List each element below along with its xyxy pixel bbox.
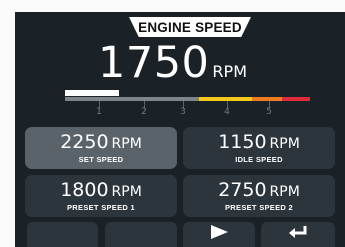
gauge-tick-label: 1 bbox=[96, 107, 102, 117]
set-speed-value: 2250 bbox=[60, 131, 109, 153]
current-rpm-unit: RPM bbox=[212, 62, 247, 81]
nav-button-1[interactable] bbox=[27, 222, 98, 247]
preset-speed-2-label: PRESET SPEED 2 bbox=[225, 203, 293, 212]
set-speed-value-line: 2250 RPM bbox=[60, 132, 142, 154]
page-title-text: ENGINE SPEED bbox=[138, 19, 242, 35]
idle-speed-label: IDLE SPEED bbox=[235, 155, 283, 164]
preset-speed-1-label: PRESET SPEED 1 bbox=[67, 203, 135, 212]
preset-speed-2-value: 2750 bbox=[218, 179, 267, 201]
preset-speed-1-value-line: 1800 RPM bbox=[60, 180, 142, 202]
gauge-tick-label: 5 bbox=[266, 107, 272, 117]
play-button[interactable] bbox=[183, 222, 255, 247]
nav-button-2[interactable] bbox=[105, 222, 177, 247]
set-speed-button[interactable]: 2250 RPM SET SPEED bbox=[25, 127, 177, 169]
preset-speed-1-unit: RPM bbox=[111, 184, 142, 200]
idle-speed-value-line: 1150 RPM bbox=[218, 132, 300, 154]
preset-speed-2-unit: RPM bbox=[269, 184, 300, 200]
preset-speed-2-button[interactable]: 2750 RPM PRESET SPEED 2 bbox=[183, 175, 335, 217]
idle-speed-value: 1150 bbox=[218, 131, 267, 153]
preset-speed-1-button[interactable]: 1800 RPM PRESET SPEED 1 bbox=[25, 175, 177, 217]
gauge-fill-bar bbox=[65, 90, 119, 96]
preset-speed-2-value-line: 2750 RPM bbox=[218, 180, 300, 202]
enter-button[interactable] bbox=[261, 222, 335, 247]
idle-speed-unit: RPM bbox=[269, 136, 300, 152]
set-speed-label: SET SPEED bbox=[78, 155, 124, 164]
preset-speed-1-value: 1800 bbox=[60, 179, 109, 201]
gauge-tick-label: 2 bbox=[141, 107, 147, 117]
current-rpm-readout: 1750 RPM bbox=[0, 38, 345, 88]
gauge-orange-zone bbox=[252, 97, 282, 101]
gauge-tick-label: 3 bbox=[180, 107, 186, 117]
screen: ENGINE SPEED 1750 RPM 1 2 3 4 5 2250 RPM S… bbox=[0, 0, 345, 247]
page-title: ENGINE SPEED bbox=[129, 17, 251, 37]
enter-icon bbox=[287, 224, 309, 245]
idle-speed-button[interactable]: 1150 RPM IDLE SPEED bbox=[183, 127, 335, 169]
rpm-gauge: 1 2 3 4 5 bbox=[65, 90, 310, 117]
set-speed-unit: RPM bbox=[111, 136, 142, 152]
current-rpm-value: 1750 bbox=[97, 38, 210, 88]
play-icon bbox=[209, 224, 229, 245]
gauge-tick-label: 4 bbox=[224, 107, 230, 117]
gauge-red-zone bbox=[282, 97, 310, 101]
gauge-yellow-zone bbox=[199, 97, 252, 101]
